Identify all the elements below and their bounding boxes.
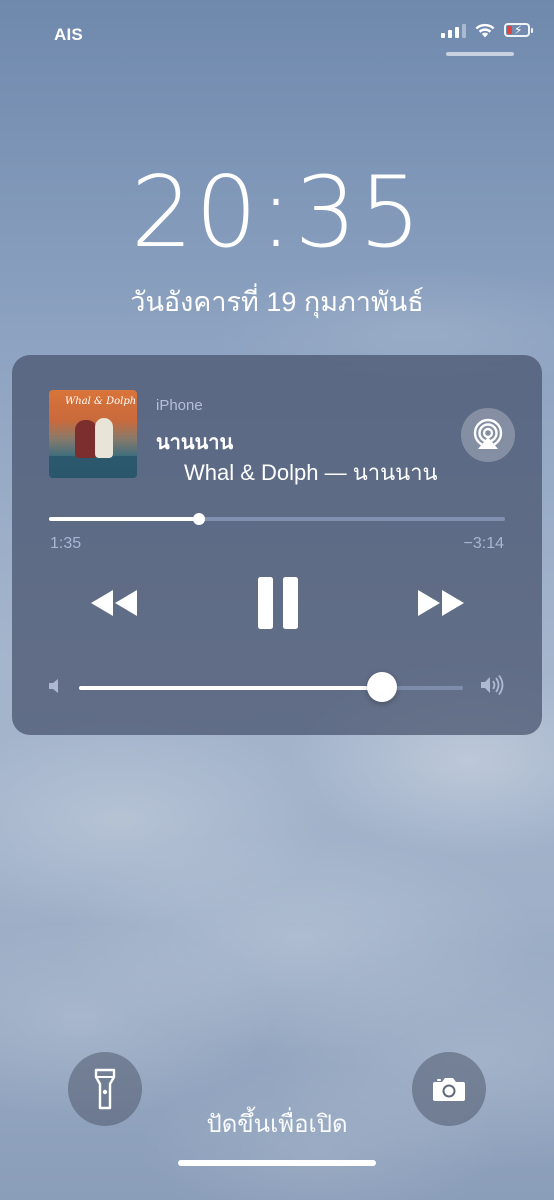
song-title: นานนาน <box>156 432 234 454</box>
elapsed-time: 1:35 <box>50 535 82 552</box>
camera-button[interactable] <box>412 1052 486 1126</box>
rewind-button[interactable] <box>88 583 140 623</box>
status-icons: ⚡ <box>441 22 533 38</box>
progress-fill <box>49 517 200 521</box>
volume-max-indicator <box>480 674 506 700</box>
control-center-hint[interactable] <box>446 52 514 56</box>
album-artwork[interactable]: Whal & Dolph <box>49 390 137 478</box>
volume-knob[interactable] <box>367 672 398 702</box>
rewind-icon <box>91 590 137 616</box>
home-indicator[interactable] <box>178 1160 376 1166</box>
wifi-icon <box>475 23 495 38</box>
volume-min-indicator <box>48 678 62 699</box>
speaker-high-icon <box>481 674 504 696</box>
speaker-low-icon <box>49 679 58 693</box>
volume-fill <box>79 686 383 690</box>
airplay-icon <box>473 418 503 449</box>
pause-button[interactable] <box>253 575 303 631</box>
now-playing-widget: Whal & Dolph iPhone นานนาน Whal & Dolph … <box>12 355 542 735</box>
cellular-signal-icon <box>441 22 466 38</box>
lock-screen-date: วันอังคารที่ 19 กุมภาพันธ์ <box>130 287 424 317</box>
airplay-button[interactable] <box>461 408 515 462</box>
playback-source: iPhone <box>156 397 203 414</box>
charging-bolt-icon: ⚡ <box>514 23 523 37</box>
song-artist-album: Whal & Dolph — นานนาน <box>184 460 438 485</box>
camera-icon <box>433 1078 465 1101</box>
remaining-time: −3:14 <box>463 535 504 552</box>
artwork-title-text: Whal & Dolph <box>65 396 137 407</box>
fast-forward-icon <box>418 590 464 616</box>
pause-icon <box>258 577 298 629</box>
battery-icon: ⚡ <box>504 23 533 37</box>
carrier-name: AIS <box>54 25 83 44</box>
playback-progress-bar[interactable] <box>49 513 505 525</box>
lock-screen-time: 20:35 <box>130 156 424 270</box>
progress-scrubber[interactable] <box>193 513 206 525</box>
fast-forward-button[interactable] <box>415 583 467 623</box>
volume-slider[interactable] <box>79 672 463 702</box>
